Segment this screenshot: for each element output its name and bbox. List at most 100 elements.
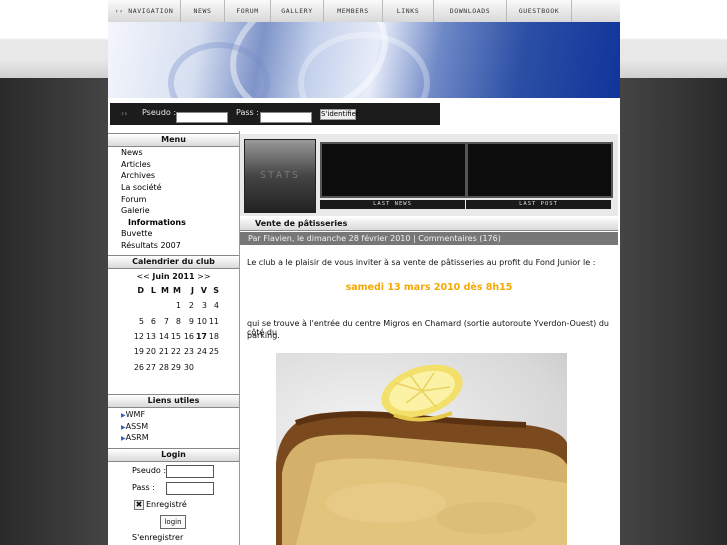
calendar-day[interactable]: 10 <box>195 317 207 326</box>
menu-heading: Menu <box>108 133 239 147</box>
login-bar-submit-button[interactable]: S'identifier <box>320 109 359 120</box>
calendar-day[interactable]: 26 <box>132 363 144 372</box>
login-bar-pseudo-label: Pseudo : <box>142 108 177 117</box>
article-intro: Le club a le plaisir de vous inviter à s… <box>247 258 596 267</box>
header-banner <box>108 22 620 98</box>
nav-item-guestbook[interactable]: GUESTBOOK <box>507 0 572 22</box>
page-background-left <box>0 78 108 545</box>
calendar-day[interactable]: 14 <box>157 332 169 341</box>
sidebar-login-button[interactable]: login <box>160 515 186 529</box>
links-heading: Liens utiles <box>108 394 239 408</box>
calendar-day[interactable]: 12 <box>132 332 144 341</box>
calendar-day[interactable]: 24 <box>195 347 207 356</box>
calendar-month-nav: << Juin 2011 >> <box>108 272 239 284</box>
link-assm[interactable]: ▶ASSM <box>121 422 148 431</box>
calendar-day[interactable]: 1 <box>169 301 181 310</box>
calendar-day[interactable]: 20 <box>144 347 156 356</box>
calendar-day[interactable]: 22 <box>169 347 181 356</box>
calendar-weekday: L <box>150 286 156 295</box>
calendar-day[interactable]: 23 <box>182 347 194 356</box>
nav-label-navigation: ›› NAVIGATION <box>108 0 181 22</box>
login-bar-pass-input[interactable] <box>260 112 312 123</box>
calendar-day[interactable]: 5 <box>132 317 144 326</box>
nav-item-downloads[interactable]: DOWNLOADS <box>434 0 507 22</box>
sidebar-pseudo-label: Pseudo : <box>132 466 167 475</box>
cake-illustration <box>276 364 567 545</box>
article-title[interactable]: Vente de pâtisseries <box>255 219 347 228</box>
link-asrm[interactable]: ▶ASRM <box>121 433 149 442</box>
calendar-day[interactable]: 27 <box>144 363 156 372</box>
nav-item-news[interactable]: NEWS <box>181 0 225 22</box>
menu-item-informations[interactable]: Informations <box>128 218 186 227</box>
calendar-day[interactable]: 3 <box>195 301 207 310</box>
calendar-day[interactable]: 17 <box>195 332 207 341</box>
menu-item-la-societe[interactable]: La société <box>121 183 162 192</box>
calendar-day[interactable]: 19 <box>132 347 144 356</box>
calendar-day[interactable]: 21 <box>157 347 169 356</box>
menu-item-articles[interactable]: Articles <box>121 160 151 169</box>
nav-item-members[interactable]: MEMBERS <box>324 0 383 22</box>
stats-logo-box: STATS <box>244 139 316 213</box>
calendar-month-label: Juin 2011 <box>152 272 195 281</box>
link-label: ASSM <box>125 422 149 431</box>
menu-item-forum[interactable]: Forum <box>121 195 146 204</box>
nav-item-gallery[interactable]: GALLERY <box>271 0 324 22</box>
calendar-day[interactable]: 16 <box>182 332 194 341</box>
calendar-day[interactable]: 30 <box>182 363 194 372</box>
calendar-week-row: 19 20 21 22 23 24 25 <box>108 347 239 359</box>
last-post-panel <box>466 142 613 198</box>
menu-item-archives[interactable]: Archives <box>121 171 155 180</box>
sidebar-pseudo-input[interactable] <box>166 465 214 478</box>
calendar-weekday: M <box>161 286 169 295</box>
calendar-day[interactable]: 18 <box>207 332 219 341</box>
article-location-line-1: qui se trouve à l'entrée du centre Migro… <box>247 319 609 337</box>
calendar-week-row: 5 6 7 8 9 10 11 <box>108 317 239 329</box>
calendar-next-month[interactable]: >> <box>197 272 210 281</box>
site-container: ›› NAVIGATION NEWS FORUM GALLERY MEMBERS… <box>108 0 620 545</box>
article-title-bar: Vente de pâtisseries <box>240 218 618 231</box>
login-bar-pseudo-input[interactable] <box>176 112 228 123</box>
menu-item-galerie[interactable]: Galerie <box>121 206 150 215</box>
calendar-day[interactable]: 28 <box>157 363 169 372</box>
calendar-day[interactable]: 8 <box>169 317 181 326</box>
calendar-day[interactable]: 9 <box>182 317 194 326</box>
menu-item-buvette[interactable]: Buvette <box>121 229 152 238</box>
calendar-prev-month[interactable]: << <box>136 272 149 281</box>
menu-item-news[interactable]: News <box>121 148 143 157</box>
calendar-day[interactable]: 7 <box>157 317 169 326</box>
calendar-week-row: 26 27 28 29 30 <box>108 363 239 375</box>
calendar-heading: Calendrier du club <box>108 255 239 269</box>
register-link[interactable]: S'enregistrer <box>132 533 183 542</box>
calendar-week-row: 12 13 14 15 16 17 18 <box>108 332 239 344</box>
sidebar-pass-label: Pass : <box>132 483 155 492</box>
nav-item-links[interactable]: LINKS <box>383 0 434 22</box>
calendar-day[interactable]: 4 <box>207 301 219 310</box>
stats-panel: STATS LAST NEWS LAST POST <box>240 134 618 216</box>
last-news-panel <box>320 142 467 198</box>
sidebar-pass-input[interactable] <box>166 482 214 495</box>
left-sidebar: Menu News Articles Archives La société F… <box>108 131 240 545</box>
calendar-weekday: M <box>173 286 181 295</box>
remember-checkbox[interactable]: ✖ <box>134 500 144 510</box>
link-wmf[interactable]: ▶WMF <box>121 410 145 419</box>
calendar-day[interactable]: 13 <box>144 332 156 341</box>
stats-logo-text: STATS <box>259 170 301 181</box>
menu-item-resultats-2007[interactable]: Résultats 2007 <box>121 241 181 250</box>
login-bar-pass-label: Pass : <box>236 108 259 117</box>
calendar-day[interactable]: 29 <box>169 363 181 372</box>
remember-label: Enregistré <box>146 500 187 509</box>
calendar-weekday: V <box>200 286 207 295</box>
login-heading: Login <box>108 448 239 462</box>
login-bar-arrows: ›› <box>121 109 128 118</box>
top-navigation: ›› NAVIGATION NEWS FORUM GALLERY MEMBERS… <box>108 0 620 23</box>
calendar-day[interactable]: 2 <box>182 301 194 310</box>
nav-item-forum[interactable]: FORUM <box>225 0 271 22</box>
article-location-line-2: parking. <box>247 331 280 340</box>
calendar-weekday: S <box>213 286 219 295</box>
calendar-weekdays: DLMMJVS <box>108 286 239 298</box>
calendar-day[interactable]: 6 <box>144 317 156 326</box>
calendar-day[interactable]: 25 <box>207 347 219 356</box>
calendar-day[interactable]: 11 <box>207 317 219 326</box>
last-post-label: LAST POST <box>466 200 611 209</box>
calendar-day[interactable]: 15 <box>169 332 181 341</box>
